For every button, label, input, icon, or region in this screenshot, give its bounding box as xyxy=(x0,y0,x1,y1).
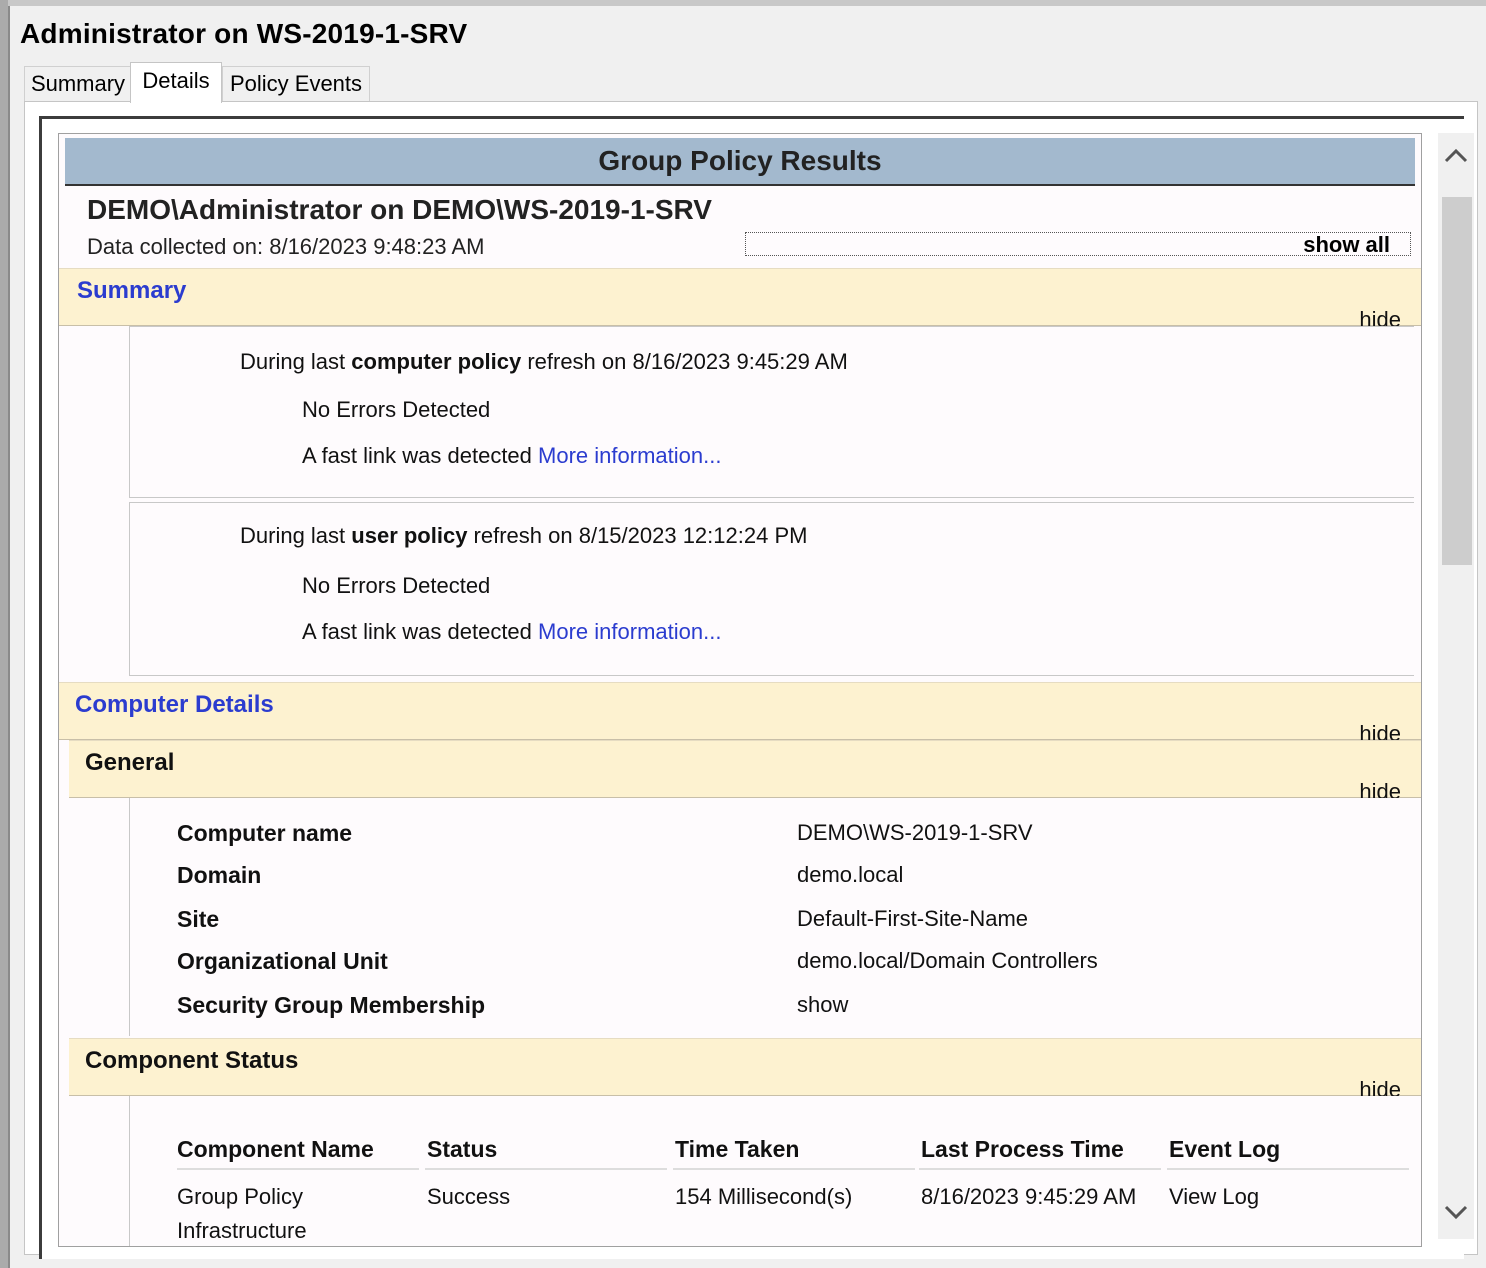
ou-label: Organizational Unit xyxy=(177,948,388,974)
summary-section-title[interactable]: Summary xyxy=(77,277,186,305)
tab-details[interactable]: Details xyxy=(130,62,222,103)
user-fast-link: A fast link was detected More informatio… xyxy=(302,619,722,644)
component-name-line1: Group Policy xyxy=(177,1184,303,1209)
data-collected: Data collected on: 8/16/2023 9:48:23 AM xyxy=(87,234,485,259)
computer-name-value: DEMO\WS-2019-1-SRV xyxy=(797,820,1033,845)
computer-details-title[interactable]: Computer Details xyxy=(75,691,274,719)
component-status-title[interactable]: Component Status xyxy=(85,1047,298,1075)
user-refresh-line: During last user policy refresh on 8/15/… xyxy=(240,523,808,548)
show-all-link[interactable]: show all xyxy=(745,232,1411,257)
header-rule xyxy=(1167,1168,1409,1170)
user-errors: No Errors Detected xyxy=(302,573,491,598)
computer-errors: No Errors Detected xyxy=(302,397,491,422)
site-value: Default-First-Site-Name xyxy=(797,906,1029,931)
computer-more-info-link[interactable]: More information... xyxy=(538,443,721,468)
scrollbar-thumb[interactable] xyxy=(1442,197,1472,565)
report-document: Group Policy Results DEMO\Administrator … xyxy=(58,133,1422,1247)
header-rule xyxy=(919,1168,1161,1170)
window-title: Administrator on WS-2019-1-SRV xyxy=(20,18,468,49)
component-status-section-header[interactable]: Component Status hide xyxy=(69,1038,1421,1102)
col-status: Status xyxy=(427,1136,498,1162)
header-rule xyxy=(177,1168,419,1170)
domain-label: Domain xyxy=(177,862,262,888)
computer-policy-label: computer policy xyxy=(351,349,522,374)
component-status-value: Success xyxy=(427,1184,511,1209)
view-log-link[interactable]: View Log xyxy=(1169,1180,1259,1214)
col-time-taken: Time Taken xyxy=(675,1136,800,1162)
user-more-info-link[interactable]: More information... xyxy=(538,619,721,644)
header-rule xyxy=(673,1168,915,1170)
report-title: Group Policy Results xyxy=(65,138,1415,186)
general-section-header[interactable]: General hide xyxy=(69,740,1421,804)
chevron-down-icon[interactable] xyxy=(1440,1191,1472,1231)
computer-name-label: Computer name xyxy=(177,820,353,846)
computer-policy-summary: During last computer policy refresh on 8… xyxy=(129,326,1414,498)
vertical-scrollbar[interactable] xyxy=(1438,133,1474,1239)
outer-frame-left xyxy=(0,0,8,1268)
chevron-up-icon[interactable] xyxy=(1440,135,1472,175)
component-last-process-link[interactable]: 8/16/2023 9:45:29 AM xyxy=(921,1180,1136,1214)
component-name-line2: Infrastructure xyxy=(177,1218,307,1243)
tab-summary[interactable]: Summary xyxy=(24,66,132,101)
details-panel: Group Policy Results DEMO\Administrator … xyxy=(24,101,1478,1259)
tab-policy-events[interactable]: Policy Events xyxy=(222,66,370,101)
col-component-name: Component Name xyxy=(177,1136,374,1162)
computer-details-section-header[interactable]: Computer Details hide xyxy=(59,682,1421,746)
header-rule xyxy=(425,1168,667,1170)
component-status-box xyxy=(129,1096,1414,1246)
user-policy-label: user policy xyxy=(351,523,468,548)
col-last-process-time: Last Process Time xyxy=(921,1136,1124,1162)
general-section-title[interactable]: General xyxy=(85,749,174,777)
table-row: Group Policy Infrastructure xyxy=(177,1180,307,1246)
col-event-log: Event Log xyxy=(1169,1136,1281,1162)
summary-section-header[interactable]: Summary hide xyxy=(59,268,1421,332)
computer-refresh-line: During last computer policy refresh on 8… xyxy=(240,349,848,374)
security-group-show-link[interactable]: show xyxy=(797,992,848,1018)
gpresult-window: Administrator on WS-2019-1-SRV Summary D… xyxy=(8,6,1486,1268)
user-policy-summary: During last user policy refresh on 8/15/… xyxy=(129,502,1414,676)
security-group-label: Security Group Membership xyxy=(177,992,486,1018)
ou-value: demo.local/Domain Controllers xyxy=(797,948,1098,973)
component-time-taken: 154 Millisecond(s) xyxy=(675,1184,853,1209)
computer-fast-link: A fast link was detected More informatio… xyxy=(302,443,722,468)
report-subject: DEMO\Administrator on DEMO\WS-2019-1-SRV xyxy=(87,194,712,225)
site-label: Site xyxy=(177,906,220,932)
report-viewport: Group Policy Results DEMO\Administrator … xyxy=(39,116,1474,1259)
domain-value: demo.local xyxy=(797,862,904,887)
